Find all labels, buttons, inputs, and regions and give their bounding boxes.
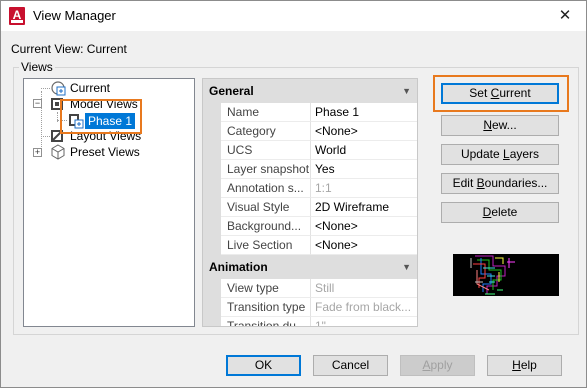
property-row[interactable]: Name Phase 1 bbox=[221, 103, 417, 122]
current-view-label: Current View: Current bbox=[11, 42, 127, 56]
collapse-arrow-icon: ▼ bbox=[402, 86, 411, 96]
preset-views-expand-toggle[interactable]: + bbox=[33, 148, 42, 157]
property-value[interactable]: 1:1 bbox=[311, 179, 417, 198]
tree-item-preset-views[interactable]: Preset Views bbox=[50, 144, 160, 160]
property-name: Name bbox=[221, 103, 311, 122]
view-manager-dialog: A View Manager ✕ Current View: Current V… bbox=[0, 0, 587, 388]
property-value[interactable]: <None> bbox=[311, 236, 417, 255]
model-views-collapse-toggle[interactable]: − bbox=[33, 99, 42, 108]
property-name: Visual Style bbox=[221, 198, 311, 217]
title-bar: A View Manager ✕ bbox=[1, 1, 586, 31]
property-row[interactable]: Live Section <None> bbox=[221, 236, 417, 255]
window-title: View Manager bbox=[33, 8, 116, 23]
close-icon: ✕ bbox=[558, 7, 572, 24]
phase-1-highlight bbox=[60, 99, 142, 134]
property-row[interactable]: Annotation s... 1:1 bbox=[221, 179, 417, 198]
tree-item-current[interactable]: Current bbox=[50, 80, 150, 96]
property-row[interactable]: Background... <None> bbox=[221, 217, 417, 236]
property-name: View type bbox=[221, 279, 311, 298]
collapse-arrow-icon: ▼ bbox=[402, 262, 411, 272]
property-value[interactable]: World bbox=[311, 141, 417, 160]
update-layers-button[interactable]: Update Layers bbox=[441, 144, 559, 165]
property-value[interactable]: 1" bbox=[311, 317, 417, 326]
general-section-header[interactable]: General ▼ bbox=[203, 79, 417, 103]
tree-label-current: Current bbox=[70, 81, 111, 95]
property-value[interactable]: <None> bbox=[311, 122, 417, 141]
set-current-highlight bbox=[433, 75, 569, 112]
property-value[interactable]: Yes bbox=[311, 160, 417, 179]
help-button[interactable]: Help bbox=[487, 355, 562, 376]
cancel-button[interactable]: Cancel bbox=[313, 355, 388, 376]
views-group-label: Views bbox=[19, 60, 55, 74]
autocad-app-icon: A bbox=[9, 7, 25, 25]
delete-button[interactable]: Delete bbox=[441, 202, 559, 223]
property-value[interactable]: Fade from black... bbox=[311, 298, 417, 317]
property-row[interactable]: Layer snapshot Yes bbox=[221, 160, 417, 179]
property-value[interactable]: <None> bbox=[311, 217, 417, 236]
property-value[interactable]: Phase 1 bbox=[311, 103, 417, 122]
property-row[interactable]: Category <None> bbox=[221, 122, 417, 141]
property-name: UCS bbox=[221, 141, 311, 160]
property-name: Transition du... bbox=[221, 317, 311, 326]
property-value[interactable]: 2D Wireframe bbox=[311, 198, 417, 217]
ok-button[interactable]: OK bbox=[226, 355, 301, 376]
property-row[interactable]: View type Still bbox=[221, 279, 417, 298]
animation-section-header[interactable]: Animation ▼ bbox=[203, 255, 417, 279]
property-name: Layer snapshot bbox=[221, 160, 311, 179]
current-view-icon bbox=[51, 81, 66, 96]
preset-views-icon bbox=[51, 144, 65, 160]
apply-button[interactable]: Apply bbox=[400, 355, 475, 376]
new-view-button[interactable]: New... bbox=[441, 115, 559, 136]
property-name: Live Section bbox=[221, 236, 311, 255]
property-name: Category bbox=[221, 122, 311, 141]
edit-boundaries-button[interactable]: Edit Boundaries... bbox=[441, 173, 559, 194]
close-button[interactable]: ✕ bbox=[548, 4, 582, 28]
property-value[interactable]: Still bbox=[311, 279, 417, 298]
property-row[interactable]: Visual Style 2D Wireframe bbox=[221, 198, 417, 217]
property-row[interactable]: UCS World bbox=[221, 141, 417, 160]
view-preview-image bbox=[453, 254, 559, 296]
tree-label-preset-views: Preset Views bbox=[70, 145, 140, 159]
property-name: Annotation s... bbox=[221, 179, 311, 198]
property-name: Background... bbox=[221, 217, 311, 236]
view-properties-panel[interactable]: General ▼ Name Phase 1 Category <None> UCS Wo… bbox=[202, 78, 418, 327]
property-row[interactable]: Transition du... 1" bbox=[221, 317, 417, 326]
property-row[interactable]: Transition type Fade from black... bbox=[221, 298, 417, 317]
property-name: Transition type bbox=[221, 298, 311, 317]
